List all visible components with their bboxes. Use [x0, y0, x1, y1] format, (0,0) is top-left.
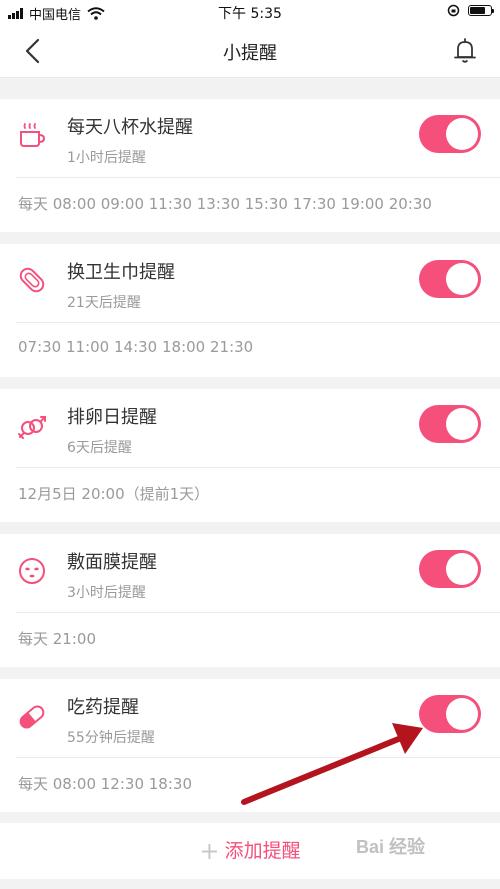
reminder-card[interactable]: 排卵日提醒 6天后提醒 12月5日 20:00（提前1天） — [0, 389, 500, 522]
gender-rings-icon — [18, 416, 46, 439]
battery-icon — [468, 5, 494, 16]
divider — [16, 467, 500, 468]
reminder-name: 吃药提醒 — [67, 697, 139, 718]
reminder-toggle[interactable] — [419, 550, 481, 588]
pad-icon — [19, 267, 45, 293]
reminder-toggle[interactable] — [419, 260, 481, 298]
reminder-countdown: 3小时后提醒 — [67, 585, 146, 601]
toggle-knob — [446, 118, 478, 150]
rotation-lock-icon — [447, 4, 460, 17]
face-mask-icon — [19, 558, 45, 584]
plus-icon: + — [199, 837, 220, 865]
bell-icon[interactable] — [450, 36, 480, 66]
cup-icon — [20, 123, 46, 147]
reminder-countdown: 1小时后提醒 — [67, 150, 146, 166]
reminder-times: 每天 21:00 — [18, 630, 96, 648]
reminder-times: 07:30 11:00 14:30 18:00 21:30 — [18, 338, 254, 356]
divider — [16, 177, 500, 178]
toggle-knob — [446, 263, 478, 295]
reminder-toggle[interactable] — [419, 695, 481, 733]
page-title: 小提醒 — [223, 43, 277, 64]
toggle-knob — [446, 553, 478, 585]
reminder-card[interactable]: 每天八杯水提醒 1小时后提醒 每天 08:00 09:00 11:30 13:3… — [0, 99, 500, 232]
reminder-times: 每天 08:00 09:00 11:30 13:30 15:30 17:30 1… — [18, 195, 432, 213]
reminder-card[interactable]: 换卫生巾提醒 21天后提醒 07:30 11:00 14:30 18:00 21… — [0, 244, 500, 377]
reminder-name: 敷面膜提醒 — [67, 552, 157, 573]
add-reminder-label: 添加提醒 — [224, 840, 301, 862]
status-right — [447, 4, 494, 17]
watermark: Bai 经验 — [356, 837, 426, 857]
divider — [16, 757, 500, 758]
reminder-name: 每天八杯水提醒 — [67, 117, 193, 138]
nav-bar: 小提醒 — [0, 24, 500, 78]
reminder-card[interactable]: 吃药提醒 55分钟后提醒 每天 08:00 12:30 18:30 — [0, 679, 500, 812]
reminder-times: 每天 08:00 12:30 18:30 — [18, 775, 192, 793]
toggle-knob — [446, 698, 478, 730]
status-time: 下午 5:35 — [218, 6, 282, 22]
divider — [16, 322, 500, 323]
reminder-name: 换卫生巾提醒 — [67, 262, 175, 283]
reminder-card[interactable]: 敷面膜提醒 3小时后提醒 每天 21:00 — [0, 534, 500, 667]
status-bar: 中国电信 下午 5:35 — [0, 0, 500, 24]
divider — [16, 612, 500, 613]
reminder-countdown: 55分钟后提醒 — [67, 730, 155, 746]
pill-icon — [19, 705, 45, 729]
reminder-countdown: 6天后提醒 — [67, 440, 132, 456]
reminder-countdown: 21天后提醒 — [67, 295, 141, 311]
reminder-times: 12月5日 20:00（提前1天） — [18, 485, 210, 503]
reminder-name: 排卵日提醒 — [67, 407, 157, 428]
toggle-knob — [446, 408, 478, 440]
reminder-toggle[interactable] — [419, 115, 481, 153]
reminder-toggle[interactable] — [419, 405, 481, 443]
